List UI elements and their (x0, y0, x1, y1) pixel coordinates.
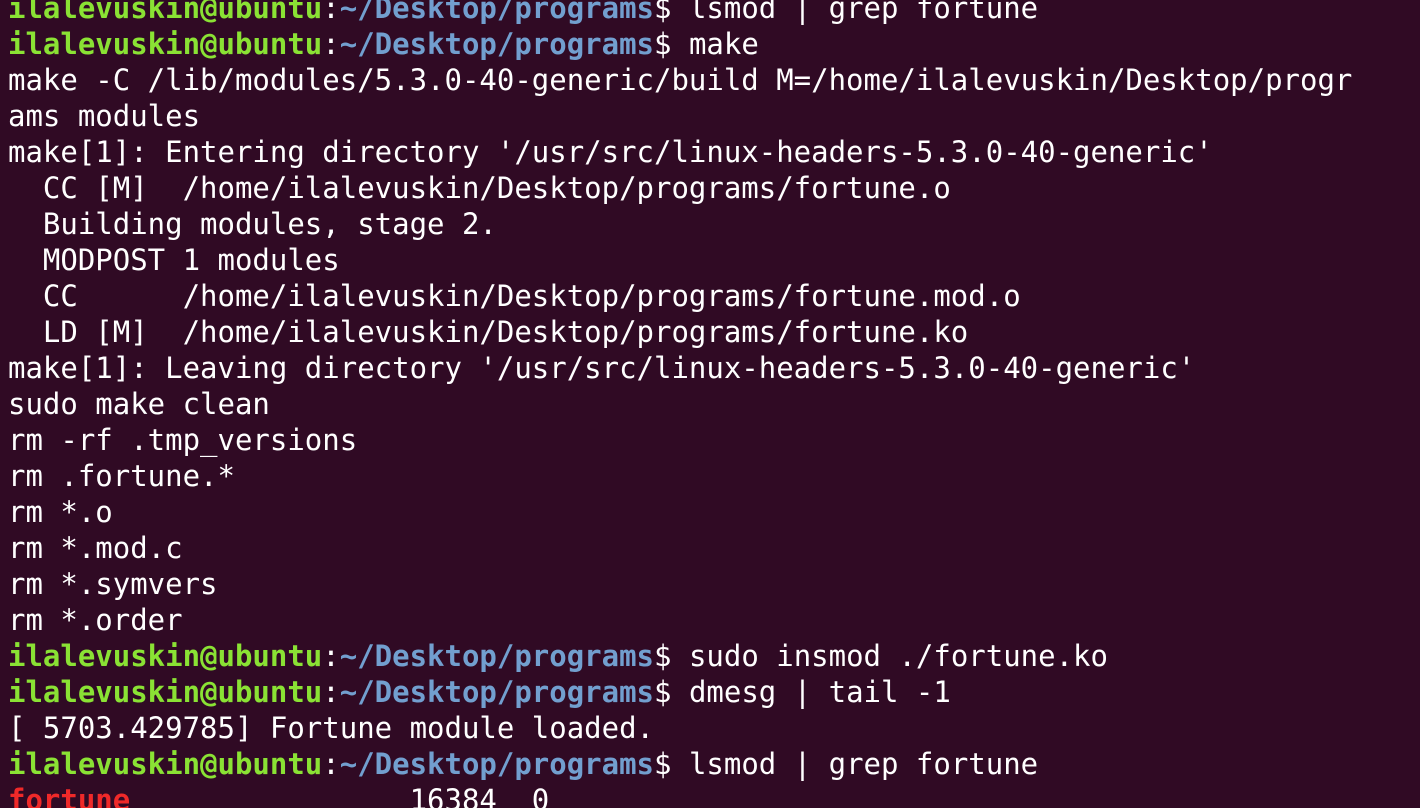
output-text: sudo make clean (8, 387, 270, 421)
prompt-user: ilalevuskin@ubuntu (8, 675, 323, 709)
prompt-separator: : (322, 639, 340, 673)
output-line: rm -rf .tmp_versions (8, 422, 1352, 458)
output-text: Building modules, stage 2. (8, 207, 497, 241)
output-line: LD [M] /home/ilalevuskin/Desktop/program… (8, 314, 1352, 350)
output-line: Building modules, stage 2. (8, 206, 1352, 242)
prompt-path: ~/Desktop/programs (339, 675, 655, 709)
output-line: rm *.o (8, 494, 1352, 530)
output-text: rm *.mod.c (8, 531, 183, 565)
terminal-window[interactable]: ilalevuskin@ubuntu:~/Desktop/programs$ l… (0, 0, 1420, 808)
prompt-line: ilalevuskin@ubuntu:~/Desktop/programs$ s… (8, 638, 1352, 674)
output-text: LD [M] /home/ilalevuskin/Desktop/program… (8, 315, 969, 349)
terminal-line-partial: ilalevuskin@ubuntu:~/Desktop/programs$ l… (8, 0, 1352, 26)
output-line: rm *.symvers (8, 566, 1352, 602)
prompt-path: ~/Desktop/programs (339, 639, 655, 673)
prompt-user: ilalevuskin@ubuntu (8, 747, 323, 781)
prompt-line: ilalevuskin@ubuntu:~/Desktop/programs$ m… (8, 26, 1352, 62)
output-line: CC /home/ilalevuskin/Desktop/programs/fo… (8, 278, 1352, 314)
output-line: [ 5703.429785] Fortune module loaded. (8, 710, 1352, 746)
command-text: dmesg | tail -1 (688, 675, 951, 709)
command-text: sudo insmod ./fortune.ko (688, 639, 1108, 673)
prompt-separator: : (322, 0, 340, 25)
prompt-path: ~/Desktop/programs (339, 27, 655, 61)
prompt-path: ~/Desktop/programs (339, 0, 655, 25)
output-text: CC /home/ilalevuskin/Desktop/programs/fo… (8, 279, 1021, 313)
output-text: MODPOST 1 modules (8, 243, 340, 277)
output-line: make -C /lib/modules/5.3.0-40-generic/bu… (8, 62, 1352, 98)
prompt-separator: : (322, 27, 340, 61)
output-text: rm *.symvers (8, 567, 218, 601)
prompt-user: ilalevuskin@ubuntu (8, 27, 323, 61)
prompt-path: ~/Desktop/programs (339, 747, 655, 781)
prompt-separator: : (322, 747, 340, 781)
output-text: rm *.o (8, 495, 113, 529)
grep-match: fortune (8, 783, 131, 808)
output-text: CC [M] /home/ilalevuskin/Desktop/program… (8, 171, 951, 205)
output-text: make[1]: Entering directory '/usr/src/li… (8, 135, 1213, 169)
prompt-dollar: $ (654, 747, 689, 781)
output-text: [ 5703.429785] Fortune module loaded. (8, 711, 655, 745)
output-line: ams modules (8, 98, 1352, 134)
output-line: MODPOST 1 modules (8, 242, 1352, 278)
terminal-output: ilalevuskin@ubuntu:~/Desktop/programs$ l… (8, 0, 1352, 808)
output-text: ams modules (8, 99, 201, 133)
output-text: rm -rf .tmp_versions (8, 423, 358, 457)
output-line: make[1]: Leaving directory '/usr/src/lin… (8, 350, 1352, 386)
output-line: CC [M] /home/ilalevuskin/Desktop/program… (8, 170, 1352, 206)
output-text: rm .fortune.* (8, 459, 235, 493)
output-line: rm *.mod.c (8, 530, 1352, 566)
command-text: make (688, 27, 759, 61)
command-text: lsmod | grep fortune (688, 747, 1039, 781)
output-text: 16384 0 (130, 783, 550, 808)
output-text: make[1]: Leaving directory '/usr/src/lin… (8, 351, 1196, 385)
prompt-user: ilalevuskin@ubuntu (8, 0, 323, 25)
output-line: rm .fortune.* (8, 458, 1352, 494)
prompt-dollar: $ (654, 27, 689, 61)
output-text: make -C /lib/modules/5.3.0-40-generic/bu… (8, 63, 1353, 97)
output-line: make[1]: Entering directory '/usr/src/li… (8, 134, 1352, 170)
output-line: fortune 16384 0 (8, 782, 1352, 808)
prompt-separator: : (322, 675, 340, 709)
command-text: $ lsmod | grep fortune (654, 0, 1039, 25)
output-line: rm *.order (8, 602, 1352, 638)
prompt-line: ilalevuskin@ubuntu:~/Desktop/programs$ d… (8, 674, 1352, 710)
output-line: sudo make clean (8, 386, 1352, 422)
prompt-user: ilalevuskin@ubuntu (8, 639, 323, 673)
prompt-dollar: $ (654, 639, 689, 673)
prompt-dollar: $ (654, 675, 689, 709)
output-text: rm *.order (8, 603, 183, 637)
prompt-line: ilalevuskin@ubuntu:~/Desktop/programs$ l… (8, 746, 1352, 782)
